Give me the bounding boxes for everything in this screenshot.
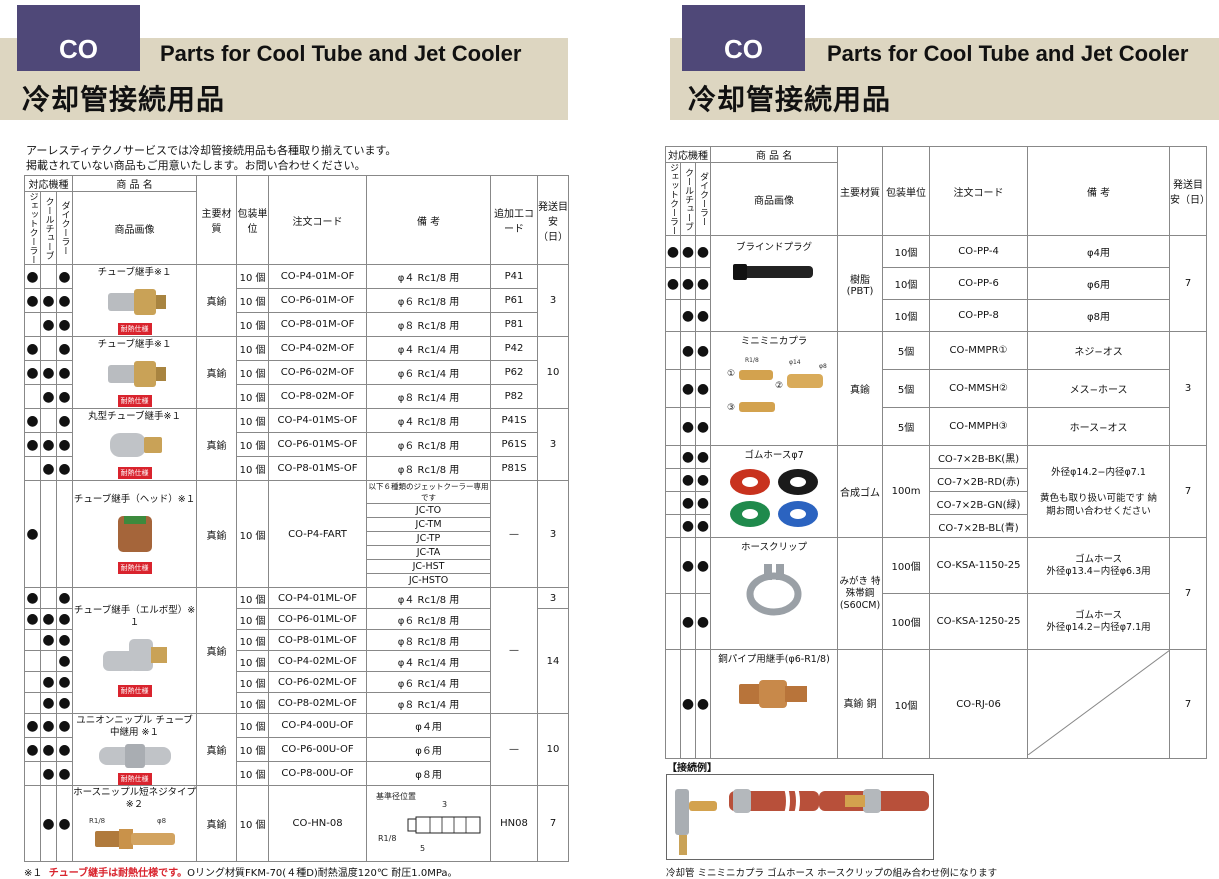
th-ship: 発送目安（日） — [537, 175, 570, 265]
diagonal-slash — [1028, 650, 1169, 756]
th-code: 注文コード — [268, 175, 368, 265]
rubber-hose-icon — [730, 469, 819, 527]
dimension-drawing: 基準径位置 3 R1/8 5 — [366, 785, 492, 862]
left-parts-table: 対応機種 商 品 名 主要材質 包装単位 注文コード 備 考 追加工コード 発送… — [23, 175, 570, 862]
svg-text:基準径位置: 基準径位置 — [376, 791, 416, 801]
product-cell: チューブ継手（エルボ型）※１ 耐熱仕様 — [72, 587, 198, 714]
co-badge: CO — [17, 5, 140, 71]
elbow-fitting-icon — [102, 638, 167, 671]
product-cell: ミニミニカプラ R1/8 φ14 φ8 ① ② ③ — [710, 331, 839, 446]
svg-text:φ8: φ8 — [819, 363, 827, 370]
round-fitting-icon — [109, 432, 162, 457]
th-die: ダイクーラー — [55, 191, 74, 265]
svg-text:R1/8: R1/8 — [745, 357, 759, 364]
example-label: 【接続例】 — [667, 763, 717, 774]
header-title-jp: 冷却管接続用品 — [688, 83, 892, 116]
connection-example-icon — [675, 784, 929, 855]
svg-text:3: 3 — [442, 800, 447, 809]
fitting-icon — [107, 288, 166, 315]
blind-plug-icon — [733, 264, 814, 280]
svg-text:③: ③ — [727, 403, 735, 413]
header-title-en: Parts for Cool Tube and Jet Cooler — [160, 41, 522, 66]
product-cell: ユニオンニップル チューブ中継用 ※１ 耐熱仕様 — [72, 713, 198, 786]
hose-clip-icon — [746, 564, 802, 616]
head-fitting-icon — [117, 516, 152, 552]
product-cell: チューブ継手※１ 耐熱仕様 — [72, 264, 198, 337]
product-cell: チューブ継手※１ 耐熱仕様 — [72, 336, 198, 409]
product-cell: チューブ継手（ヘッド）※１ 耐熱仕様 — [72, 480, 198, 588]
union-nipple-icon — [98, 743, 171, 768]
empty-note-cell — [1027, 649, 1171, 759]
fitting-icon — [107, 360, 166, 387]
hose-nipple-icon: R1/8 φ8 — [89, 817, 175, 849]
product-cell: 丸型チューブ継手※１ 耐熱仕様 — [72, 408, 198, 481]
header-title-jp: 冷却管接続用品 — [22, 83, 226, 116]
product-cell: 銅パイプ用継手(φ6-R1/8) — [710, 649, 839, 759]
product-cell: ホースニップル短ネジタイプ ※２ R1/8 φ8 — [72, 785, 198, 862]
left-page: CO Parts for Cool Tube and Jet Cooler 冷却… — [0, 0, 575, 879]
co-badge: CO — [682, 5, 805, 71]
right-parts-table: 対応機種 商 品 名 主要材質 包装単位 注文コード 備 考 発送目安（日） ジ… — [664, 146, 1208, 759]
model-subtable: 以下６種類のジェットクーラー専用です JC-TO JC-TM JC-TP JC-… — [367, 481, 490, 587]
svg-text:R1/8: R1/8 — [378, 834, 396, 843]
dimension-diagram: 基準径位置 3 R1/8 5 — [376, 791, 481, 853]
copper-joint-icon — [739, 680, 808, 708]
product-cell: ホースクリップ — [710, 537, 839, 650]
th-jet: ジェットクーラー — [24, 191, 41, 265]
th-add: 追加工コード — [490, 175, 539, 265]
th-note: 備 考 — [366, 175, 492, 265]
th-material: 主要材質 — [196, 175, 238, 265]
header-title-en: Parts for Cool Tube and Jet Cooler — [827, 41, 1189, 66]
svg-text:5: 5 — [420, 844, 425, 853]
svg-text:①: ① — [727, 369, 735, 379]
connection-example-image — [666, 774, 934, 860]
svg-text:②: ② — [775, 381, 783, 391]
th-image: 商品画像 — [72, 191, 198, 265]
th-shohin: 商 品 名 — [72, 175, 198, 192]
svg-text:φ14: φ14 — [789, 359, 801, 366]
th-cool: クールチューブ — [40, 191, 57, 265]
svg-text:R1/8: R1/8 — [89, 817, 105, 825]
th-unit: 包装単位 — [236, 175, 270, 265]
product-cell: ブラインドプラグ — [710, 235, 839, 332]
product-cell: ゴムホースφ7 — [710, 445, 839, 538]
svg-text:φ8: φ8 — [157, 817, 166, 825]
intro-text: アーレスティテクノサービスでは冷却管接続用品も各種取り揃えています。 掲載されて… — [26, 144, 397, 172]
mini-coupler-icon: R1/8 φ14 φ8 ① ② ③ — [727, 357, 827, 413]
th-taio: 対応機種 — [23, 175, 74, 192]
